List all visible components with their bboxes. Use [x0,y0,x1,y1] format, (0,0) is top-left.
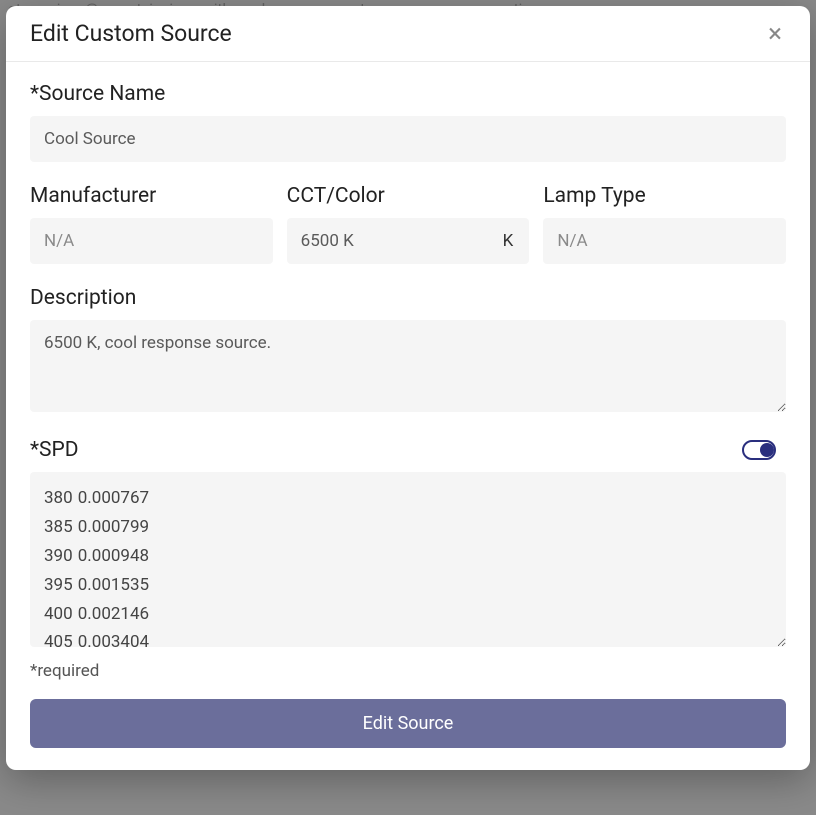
source-name-label: *Source Name [30,82,786,106]
spd-label: *SPD [30,438,79,462]
cct-suffix: K [499,231,530,251]
source-name-input[interactable] [30,116,786,162]
edit-custom-source-modal: Edit Custom Source × *Source Name Manufa… [6,6,810,770]
modal-title: Edit Custom Source [30,20,232,47]
close-icon: × [768,19,782,49]
meta-row: Manufacturer CCT/Color K Lamp Type [30,184,786,264]
toggle-knob-icon [760,443,774,457]
close-button[interactable]: × [764,21,786,47]
cct-label: CCT/Color [287,184,530,208]
description-field: Description [30,286,786,416]
lamp-type-label: Lamp Type [543,184,786,208]
manufacturer-input[interactable] [30,218,273,264]
description-label: Description [30,286,786,310]
spd-field: *SPD [30,438,786,651]
source-name-field: *Source Name [30,82,786,162]
required-note: *required [30,661,786,681]
manufacturer-field: Manufacturer [30,184,273,264]
spd-input[interactable] [30,472,786,647]
spd-header: *SPD [30,438,786,462]
cct-input[interactable] [287,218,499,264]
lamp-type-field: Lamp Type [543,184,786,264]
modal-header: Edit Custom Source × [6,6,810,62]
cct-input-wrapper: K [287,218,530,264]
lamp-type-input[interactable] [543,218,786,264]
cct-field: CCT/Color K [287,184,530,264]
edit-source-button[interactable]: Edit Source [30,699,786,748]
manufacturer-label: Manufacturer [30,184,273,208]
description-input[interactable] [30,320,786,412]
spd-toggle[interactable] [742,440,776,460]
modal-body: *Source Name Manufacturer CCT/Color K La… [6,62,810,770]
